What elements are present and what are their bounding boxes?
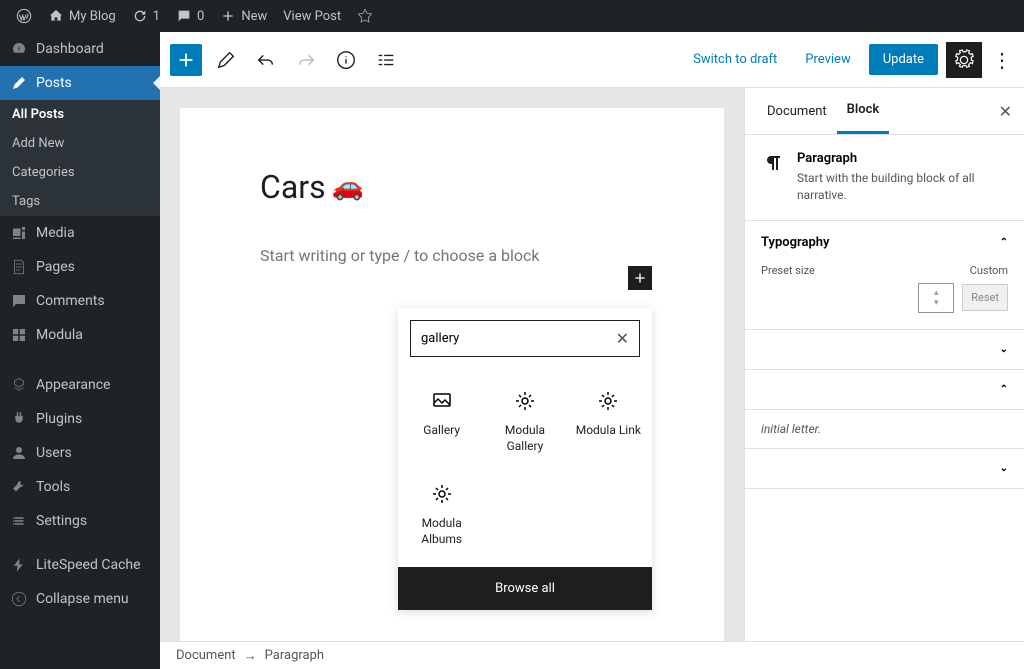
viewpost-label: View Post [283, 9, 341, 24]
typography-panel: Typography⌃ Preset size Custom ▴▾ Reset [745, 221, 1024, 330]
typography-toggle[interactable]: Typography⌃ [745, 221, 1024, 264]
custom-size-input[interactable]: ▴▾ [918, 283, 954, 313]
block-name: Paragraph [797, 151, 1008, 166]
sidebar-tools[interactable]: Tools [0, 470, 160, 504]
block-modula-gallery[interactable]: Modula Gallery [485, 377, 564, 466]
post-title[interactable]: Cars🚗 [260, 168, 644, 206]
sidebar-sub-categories[interactable]: Categories [0, 158, 160, 187]
block-description: Start with the building block of all nar… [797, 170, 1008, 204]
block-card: Paragraph Start with the building block … [745, 135, 1024, 221]
editor-main: Switch to draft Preview Update ⋮ Cars🚗 S… [160, 32, 1024, 669]
block-modula-albums[interactable]: Modula Albums [402, 470, 481, 559]
inserter-results-grid: Gallery Modula Gallery Modula Link Modul… [398, 369, 652, 567]
sidebar-posts-submenu: All Posts Add New Categories Tags [0, 100, 160, 216]
collapsed-panel-1[interactable]: ⌄ [745, 330, 1024, 369]
clear-search-icon[interactable]: ✕ [616, 329, 629, 348]
add-block-button[interactable] [628, 266, 652, 290]
sidebar-pages[interactable]: Pages [0, 250, 160, 284]
chevron-up-icon: ⌃ [1000, 237, 1008, 248]
paragraph-placeholder[interactable]: Start writing or type / to choose a bloc… [260, 246, 644, 265]
redo-button[interactable] [290, 44, 322, 76]
sidebar-comments[interactable]: Comments [0, 284, 160, 318]
block-inserter-popover: ✕ Gallery Modula Gallery Modula Link Mod… [398, 308, 652, 610]
block-gallery[interactable]: Gallery [402, 377, 481, 466]
more-menu-button[interactable]: ⋮ [990, 48, 1014, 72]
yoast-icon[interactable] [349, 8, 381, 24]
sidebar-modula[interactable]: Modula [0, 318, 160, 352]
outline-icon[interactable] [370, 44, 402, 76]
sidebar-litespeed[interactable]: LiteSpeed Cache [0, 548, 160, 582]
chevron-down-icon: ⌄ [1000, 344, 1008, 355]
chevron-up-icon: ⌃ [1000, 384, 1008, 395]
site-link[interactable]: My Blog [40, 8, 124, 24]
sidebar-dashboard[interactable]: Dashboard [0, 32, 160, 66]
info-icon[interactable] [330, 44, 362, 76]
car-emoji-icon: 🚗 [332, 172, 364, 202]
settings-gear-button[interactable] [946, 42, 982, 78]
inserter-search-wrap: ✕ [398, 308, 652, 369]
comments-link[interactable]: 0 [168, 8, 212, 24]
paragraph-icon [761, 151, 785, 175]
undo-button[interactable] [250, 44, 282, 76]
breadcrumb-root[interactable]: Document [176, 648, 236, 663]
drop-cap-hint: initial letter. [745, 410, 1024, 449]
editor-topbar: Switch to draft Preview Update ⋮ [160, 32, 1024, 88]
switch-draft-button[interactable]: Switch to draft [683, 46, 787, 73]
browse-all-button[interactable]: Browse all [398, 567, 652, 610]
custom-label: Custom [970, 264, 1008, 277]
close-inspector-icon[interactable]: ✕ [999, 102, 1012, 121]
sidebar-sub-addnew[interactable]: Add New [0, 129, 160, 158]
inspector-tabs: Document Block ✕ [745, 88, 1024, 135]
block-inserter-toggle[interactable] [170, 44, 202, 76]
sidebar-plugins[interactable]: Plugins [0, 402, 160, 436]
sidebar-sub-tags[interactable]: Tags [0, 187, 160, 216]
view-post-link[interactable]: View Post [275, 9, 349, 24]
sidebar-media[interactable]: Media [0, 216, 160, 250]
sidebar-settings[interactable]: Settings [0, 504, 160, 538]
new-label: New [241, 9, 267, 24]
editor-canvas-wrapper: Cars🚗 Start writing or type / to choose … [160, 88, 744, 641]
tab-block[interactable]: Block [837, 88, 890, 131]
preview-button[interactable]: Preview [795, 46, 860, 73]
sidebar-sub-allposts[interactable]: All Posts [0, 100, 160, 129]
block-modula-link[interactable]: Modula Link [569, 377, 648, 466]
chevron-right-icon: → [244, 648, 257, 664]
inserter-search-box[interactable]: ✕ [410, 320, 640, 357]
site-name-label: My Blog [69, 9, 116, 24]
edit-mode-icon[interactable] [210, 44, 242, 76]
block-inspector: Document Block ✕ Paragraph Start with th… [744, 88, 1024, 641]
sidebar-appearance[interactable]: Appearance [0, 368, 160, 402]
admin-bar: My Blog 1 0 New View Post [0, 0, 1024, 32]
sidebar-posts[interactable]: Posts [0, 66, 160, 100]
collapsed-panel-3[interactable]: ⌄ [745, 449, 1024, 488]
updates-count: 1 [153, 9, 160, 24]
inserter-search-input[interactable] [421, 331, 616, 346]
breadcrumb-node[interactable]: Paragraph [265, 648, 324, 663]
wp-logo[interactable] [8, 8, 40, 24]
block-breadcrumb: Document → Paragraph [160, 641, 1024, 669]
chevron-down-icon: ⌄ [1000, 463, 1008, 474]
tab-document[interactable]: Document [757, 90, 837, 133]
comments-count: 0 [197, 9, 204, 24]
sidebar-users[interactable]: Users [0, 436, 160, 470]
collapsed-panel-2[interactable]: ⌃ [745, 370, 1024, 409]
new-link[interactable]: New [212, 8, 275, 24]
update-button[interactable]: Update [869, 44, 938, 75]
preset-size-label: Preset size [761, 264, 958, 277]
sidebar-collapse[interactable]: Collapse menu [0, 582, 160, 616]
admin-sidebar: Dashboard Posts All Posts Add New Catego… [0, 32, 160, 669]
reset-button[interactable]: Reset [962, 284, 1008, 311]
updates-link[interactable]: 1 [124, 8, 168, 24]
